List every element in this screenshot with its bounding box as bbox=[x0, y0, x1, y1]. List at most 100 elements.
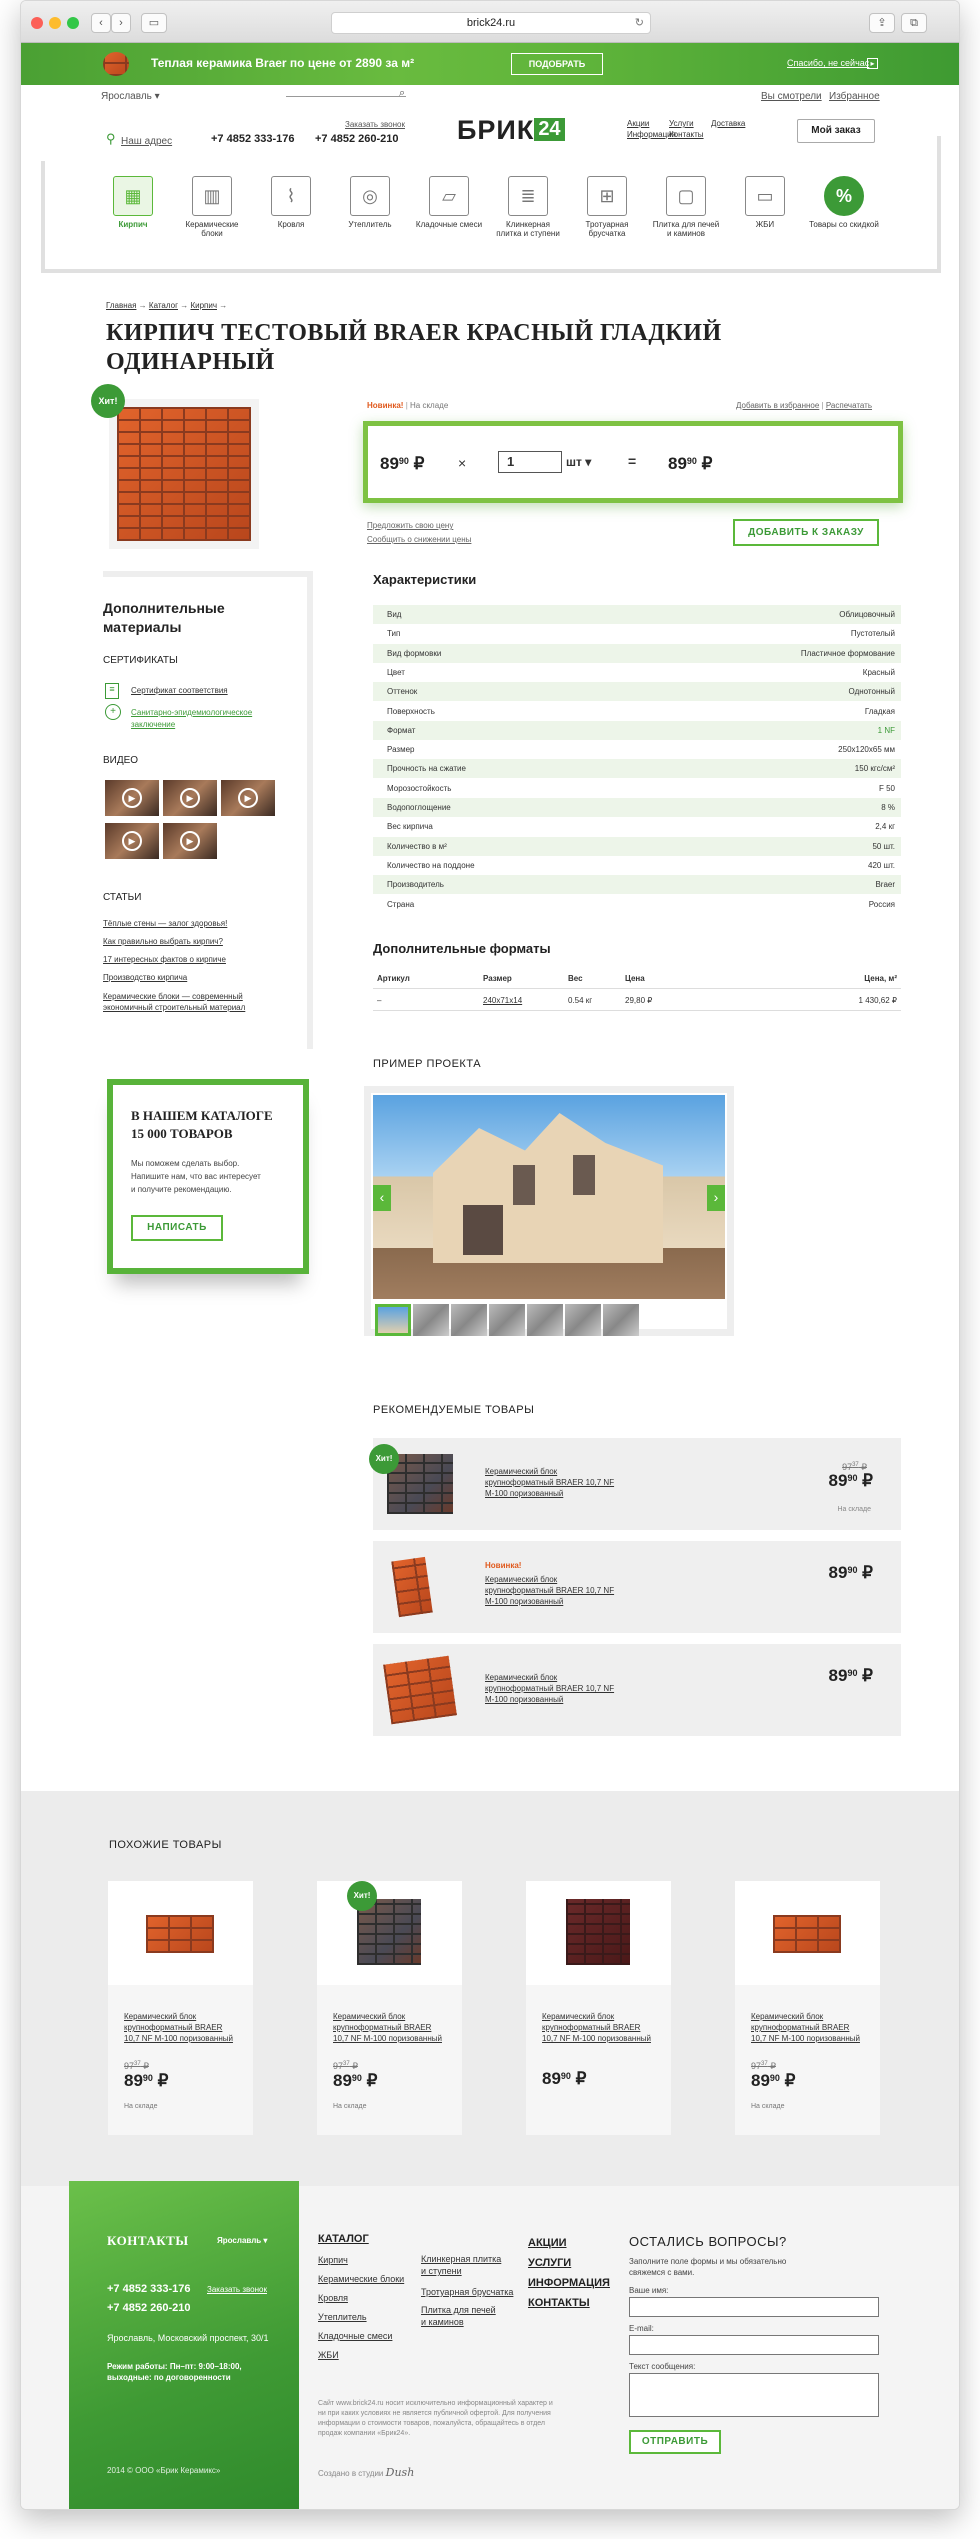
footer-catalog-link[interactable]: Кровля bbox=[318, 2289, 404, 2308]
category-item[interactable]: ▢ Плитка для печей и каминов bbox=[651, 176, 721, 238]
print-link[interactable]: Распечатать bbox=[826, 401, 872, 410]
favorites-link[interactable]: Избранное bbox=[829, 91, 880, 102]
minimize-window-icon[interactable] bbox=[49, 17, 61, 29]
breadcrumb-home[interactable]: Главная bbox=[106, 301, 136, 310]
recommended-card[interactable]: Хит! Керамический блок крупноформатный BRA… bbox=[369, 1438, 901, 1530]
product-image[interactable] bbox=[109, 399, 259, 549]
video-thumbnail[interactable]: ▶ bbox=[105, 780, 159, 816]
add-to-order-button[interactable]: ДОБАВИТЬ К ЗАКАЗУ bbox=[733, 519, 879, 546]
similar-card[interactable]: Керамический блок крупноформатный BRAER 10… bbox=[526, 1881, 671, 2135]
studio-logo[interactable]: Dush bbox=[386, 2466, 415, 2479]
article-link[interactable]: Керамические блоки — современный экономич… bbox=[103, 991, 245, 1013]
message-textarea[interactable] bbox=[629, 2373, 879, 2417]
video-thumbnail[interactable]: ▶ bbox=[221, 780, 275, 816]
cert-link-1[interactable]: Сертификат соответствия bbox=[131, 686, 228, 695]
footer-catalog-link[interactable]: ЖБИ bbox=[318, 2346, 404, 2365]
close-window-icon[interactable] bbox=[31, 17, 43, 29]
back-arrow-icon[interactable]: ‹ bbox=[91, 13, 111, 33]
category-item[interactable]: ▱ Кладочные смеси bbox=[414, 176, 484, 229]
phone-2[interactable]: +7 4852 260-210 bbox=[315, 133, 399, 145]
product-name-link[interactable]: Керамический блок крупноформатный BRAER 1… bbox=[485, 1466, 614, 1499]
gallery-thumbnail[interactable] bbox=[565, 1304, 601, 1336]
unit-dropdown[interactable]: шт ▾ bbox=[566, 455, 591, 469]
search-input[interactable] bbox=[286, 96, 406, 97]
category-item[interactable]: ▥ Керамические блоки bbox=[177, 176, 247, 238]
footer-phone-2[interactable]: +7 4852 260-210 bbox=[107, 2302, 191, 2314]
category-item[interactable]: ▭ ЖБИ bbox=[730, 176, 800, 229]
category-item[interactable]: ≣ Клинкерная плитка и ступени bbox=[493, 176, 563, 238]
banner-pick-button[interactable]: ПОДОБРАТЬ bbox=[511, 53, 603, 75]
footer-catalog-title[interactable]: КАТАЛОГ bbox=[318, 2233, 369, 2245]
gallery-next-button[interactable]: › bbox=[707, 1185, 725, 1211]
category-item[interactable]: % Товары со скидкой bbox=[809, 176, 879, 229]
gallery-thumbnail[interactable] bbox=[451, 1304, 487, 1336]
forward-arrow-icon[interactable]: › bbox=[111, 13, 131, 33]
product-name-link[interactable]: Керамический блок крупноформатный BRAER 1… bbox=[485, 1672, 614, 1705]
footer-menu-promo[interactable]: АКЦИИ bbox=[528, 2233, 610, 2253]
footer-menu-contacts[interactable]: КОНТАКТЫ bbox=[528, 2293, 610, 2313]
address-bar[interactable]: brick24.ru ↻ bbox=[331, 12, 651, 34]
header-link-delivery[interactable]: Доставка bbox=[711, 118, 745, 129]
footer-catalog-link[interactable]: Плитка для печей и каминов bbox=[421, 2304, 513, 2328]
format-size-link[interactable]: 240x71x14 bbox=[483, 991, 522, 1011]
product-name-link[interactable]: Керамический блок крупноформатный BRAER 10… bbox=[333, 2011, 442, 2044]
callback-link[interactable]: Заказать звонок bbox=[345, 120, 405, 129]
reload-icon[interactable]: ↻ bbox=[635, 13, 644, 33]
sidebar-toggle-icon[interactable]: ▭ bbox=[141, 13, 167, 33]
gallery-thumbnail[interactable] bbox=[375, 1304, 411, 1336]
footer-catalog-link[interactable]: Тротуарная брусчатка bbox=[421, 2283, 513, 2302]
my-order-button[interactable]: Мой заказ bbox=[797, 119, 875, 143]
name-input[interactable] bbox=[629, 2297, 879, 2317]
footer-city-selector[interactable]: Ярославль ▾ bbox=[217, 2236, 267, 2245]
share-icon[interactable]: ⇪ bbox=[869, 13, 895, 33]
gallery-prev-button[interactable]: ‹ bbox=[373, 1185, 391, 1211]
write-us-button[interactable]: НАПИСАТЬ bbox=[131, 1215, 223, 1241]
add-favorite-link[interactable]: Добавить в избранное bbox=[736, 401, 819, 410]
footer-catalog-link[interactable]: Кирпич bbox=[318, 2251, 404, 2270]
gallery-thumbnail[interactable] bbox=[489, 1304, 525, 1336]
gallery-thumbnail[interactable] bbox=[527, 1304, 563, 1336]
cert-link-2[interactable]: Санитарно-эпидемиологическое заключение bbox=[131, 707, 252, 731]
phone-1[interactable]: +7 4852 333-176 bbox=[211, 133, 295, 145]
footer-catalog-link[interactable]: Кладочные смеси bbox=[318, 2327, 404, 2346]
similar-card[interactable]: Хит! Керамический блок крупноформатный BRA… bbox=[317, 1881, 462, 2135]
banner-dismiss-link[interactable]: Спасибо, не сейчас bbox=[787, 58, 869, 68]
offer-price-link[interactable]: Предложить свою цену bbox=[367, 519, 471, 533]
category-item[interactable]: ⌇ Кровля bbox=[256, 176, 326, 229]
category-item[interactable]: ◎ Утеплитель bbox=[335, 176, 405, 229]
address-link[interactable]: Наш адрес bbox=[121, 136, 172, 147]
tabs-overview-icon[interactable]: ⧉ bbox=[901, 13, 927, 33]
footer-callback-link[interactable]: Заказать звонок bbox=[207, 2285, 267, 2294]
zoom-window-icon[interactable] bbox=[67, 17, 79, 29]
gallery-thumbnail[interactable] bbox=[413, 1304, 449, 1336]
footer-menu-info[interactable]: ИНФОРМАЦИЯ bbox=[528, 2273, 610, 2293]
category-item[interactable]: ⊞ Тротуарная брусчатка bbox=[572, 176, 642, 238]
product-name-link[interactable]: Керамический блок крупноформатный BRAER 10… bbox=[751, 2011, 860, 2044]
search-icon[interactable]: ⌕ bbox=[399, 87, 405, 100]
article-link[interactable]: Производство кирпича bbox=[103, 969, 245, 987]
header-link-services[interactable]: Услуги bbox=[669, 118, 704, 129]
article-link[interactable]: 17 интересных фактов о кирпиче bbox=[103, 951, 245, 969]
quantity-input[interactable]: 1 bbox=[498, 451, 562, 473]
gallery-thumbnail[interactable] bbox=[603, 1304, 639, 1336]
breadcrumb-bricks[interactable]: Кирпич bbox=[190, 301, 217, 310]
recommended-card[interactable]: Керамический блок крупноформатный BRAER 1… bbox=[373, 1644, 901, 1736]
header-link-contacts[interactable]: Контакты bbox=[669, 129, 704, 140]
breadcrumb-catalog[interactable]: Каталог bbox=[149, 301, 178, 310]
article-link[interactable]: Тёплые стены — залог здоровья! bbox=[103, 915, 245, 933]
video-thumbnail[interactable]: ▶ bbox=[163, 823, 217, 859]
product-name-link[interactable]: Керамический блок крупноформатный BRAER 10… bbox=[124, 2011, 233, 2044]
site-logo[interactable]: БРИК 24 bbox=[457, 115, 565, 145]
notify-price-link[interactable]: Сообщить о снижении цены bbox=[367, 533, 471, 547]
product-name-link[interactable]: Керамический блок крупноформатный BRAER 1… bbox=[485, 1574, 614, 1607]
footer-catalog-link[interactable]: Утеплитель bbox=[318, 2308, 404, 2327]
video-thumbnail[interactable]: ▶ bbox=[105, 823, 159, 859]
video-thumbnail[interactable]: ▶ bbox=[163, 780, 217, 816]
similar-card[interactable]: Керамический блок крупноформатный BRAER 10… bbox=[735, 1881, 880, 2135]
project-main-image[interactable] bbox=[373, 1095, 725, 1299]
footer-menu-services[interactable]: УСЛУГИ bbox=[528, 2253, 610, 2273]
footer-catalog-link[interactable]: Керамические блоки bbox=[318, 2270, 404, 2289]
footer-catalog-link[interactable]: Клинкерная плитка и ступени bbox=[421, 2253, 513, 2277]
similar-card[interactable]: Керамический блок крупноформатный BRAER 10… bbox=[108, 1881, 253, 2135]
product-name-link[interactable]: Керамический блок крупноформатный BRAER 10… bbox=[542, 2011, 651, 2044]
